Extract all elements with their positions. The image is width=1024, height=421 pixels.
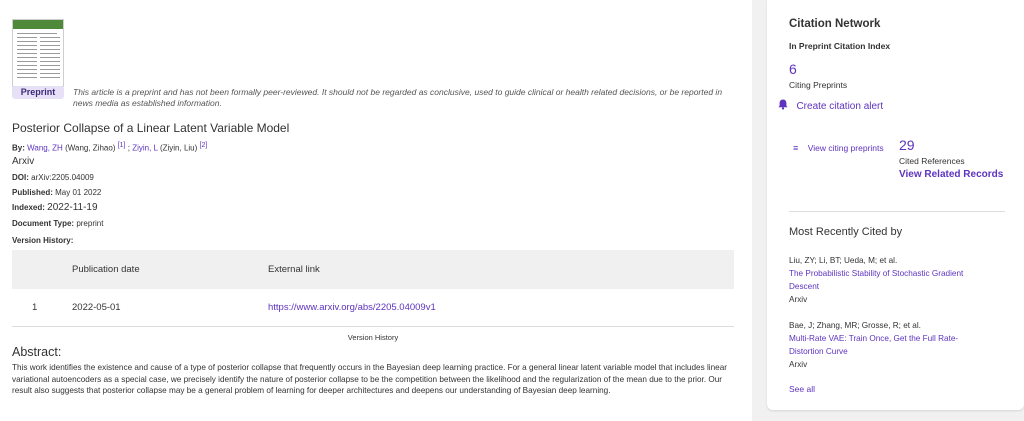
published-label: Published: bbox=[12, 188, 53, 197]
author-link-ziyin[interactable]: Ziyin, L bbox=[132, 144, 158, 153]
recent-citation-title[interactable]: The Probabilistic Stability of Stochasti… bbox=[789, 267, 963, 293]
recent-citation-authors: Bae, J; Zhang, MR; Grosse, R; et al. bbox=[789, 321, 921, 330]
recent-citation-title-line: The Probabilistic Stability of Stochasti… bbox=[789, 269, 964, 278]
recent-citation-item: Bae, J; Zhang, MR; Grosse, R; et al. Mul… bbox=[789, 319, 958, 371]
abstract-text: This work identifies the existence and c… bbox=[12, 363, 727, 395]
citation-network-card: Citation Network In Preprint Citation In… bbox=[767, 0, 1024, 410]
recent-citation-source: Arxiv bbox=[789, 360, 808, 369]
version-history-table: Publication date External link 1 2022-05… bbox=[12, 250, 734, 342]
citation-network-heading: Citation Network bbox=[789, 18, 881, 30]
author-separator: ; bbox=[127, 143, 130, 153]
author-fullname-wang: (Wang, Zihao) bbox=[65, 143, 116, 153]
indexed-line: Indexed: 2022-11-19 bbox=[12, 202, 98, 213]
author-fullname-ziyin: (Ziyin, Liu) bbox=[159, 143, 198, 153]
row-external-link[interactable]: https://www.arxiv.org/abs/2205.04009v1 bbox=[268, 302, 436, 313]
doi-label: DOI: bbox=[12, 173, 29, 182]
recent-citation-title-line: Descent bbox=[789, 282, 820, 291]
row-number: 1 bbox=[32, 302, 38, 313]
create-alert-link[interactable]: Create citation alert bbox=[778, 96, 883, 114]
column-header-external-link: External link bbox=[268, 264, 320, 275]
table-header: Publication date External link bbox=[12, 250, 734, 289]
table-row: 1 2022-05-01 https://www.arxiv.org/abs/2… bbox=[12, 289, 734, 327]
citing-preprints-count[interactable]: 6 bbox=[789, 61, 797, 77]
author-link-wang[interactable]: Wang, ZH bbox=[27, 144, 63, 153]
most-recently-cited-heading: Most Recently Cited by bbox=[789, 226, 903, 238]
recent-citation-source: Arxiv bbox=[789, 295, 808, 304]
affiliation-ref-2[interactable]: [2] bbox=[200, 142, 208, 149]
recent-citation-title-line: Multi-Rate VAE: Train Once, Get the Full… bbox=[789, 334, 959, 343]
source-name: Arxiv bbox=[12, 156, 35, 167]
table-caption: Version History bbox=[347, 333, 399, 342]
citation-index-subheading: In Preprint Citation Index bbox=[789, 41, 891, 51]
indexed-label: Indexed: bbox=[12, 203, 45, 212]
cited-references-count[interactable]: 29 bbox=[899, 137, 915, 153]
row-publication-date: 2022-05-01 bbox=[72, 302, 121, 313]
divider bbox=[789, 211, 1005, 212]
doctype-line: Document Type: preprint bbox=[12, 219, 103, 228]
record-main: Preprint This article is a preprint and … bbox=[0, 0, 752, 421]
see-all-link[interactable]: See all bbox=[789, 384, 815, 394]
version-history-label: Version History: bbox=[12, 236, 74, 245]
abstract-heading: Abstract: bbox=[12, 345, 62, 359]
bell-icon bbox=[778, 99, 788, 110]
column-header-publication-date: Publication date bbox=[72, 264, 140, 275]
recent-citation-authors: Liu, ZY; Li, BT; Ueda, M; et al. bbox=[789, 256, 898, 265]
recent-citation-item: Liu, ZY; Li, BT; Ueda, M; et al. The Pro… bbox=[789, 254, 963, 306]
published-value: May 01 2022 bbox=[55, 188, 102, 197]
doctype-value: preprint bbox=[76, 219, 104, 228]
by-label: By: bbox=[12, 143, 25, 153]
recent-citation-title-line: Distortion Curve bbox=[789, 347, 848, 356]
view-related-records-link[interactable]: View Related Records bbox=[899, 169, 1003, 180]
indexed-value: 2022-11-19 bbox=[47, 202, 98, 213]
article-title: Posterior Collapse of a Linear Latent Va… bbox=[12, 121, 290, 135]
doctype-label: Document Type: bbox=[12, 219, 75, 228]
published-line: Published: May 01 2022 bbox=[12, 188, 101, 197]
preprint-notice: This article is a preprint and has not b… bbox=[73, 87, 723, 108]
create-alert-label: Create citation alert bbox=[796, 101, 884, 112]
authors-line: By: Wang, ZH (Wang, Zihao) [1] ; Ziyin, … bbox=[12, 142, 207, 153]
cited-references-label: Cited References bbox=[899, 156, 965, 166]
affiliation-ref-1[interactable]: [1] bbox=[118, 142, 126, 149]
doi-line: DOI: arXiv:2205.04009 bbox=[12, 173, 94, 182]
document-thumbnail[interactable] bbox=[12, 19, 64, 87]
view-citing-preprints-link[interactable]: ≡ View citing preprints bbox=[793, 138, 884, 156]
recent-citation-title[interactable]: Multi-Rate VAE: Train Once, Get the Full… bbox=[789, 332, 958, 358]
list-icon: ≡ bbox=[793, 143, 799, 153]
right-panel: Citation Network In Preprint Citation In… bbox=[752, 0, 1024, 421]
version-history-line: Version History: bbox=[12, 236, 73, 245]
citing-preprints-label: Citing Preprints bbox=[789, 80, 848, 90]
doi-value: arXiv:2205.04009 bbox=[31, 173, 94, 182]
preprint-badge: Preprint bbox=[12, 86, 64, 99]
view-citing-preprints-label: View citing preprints bbox=[807, 143, 884, 153]
